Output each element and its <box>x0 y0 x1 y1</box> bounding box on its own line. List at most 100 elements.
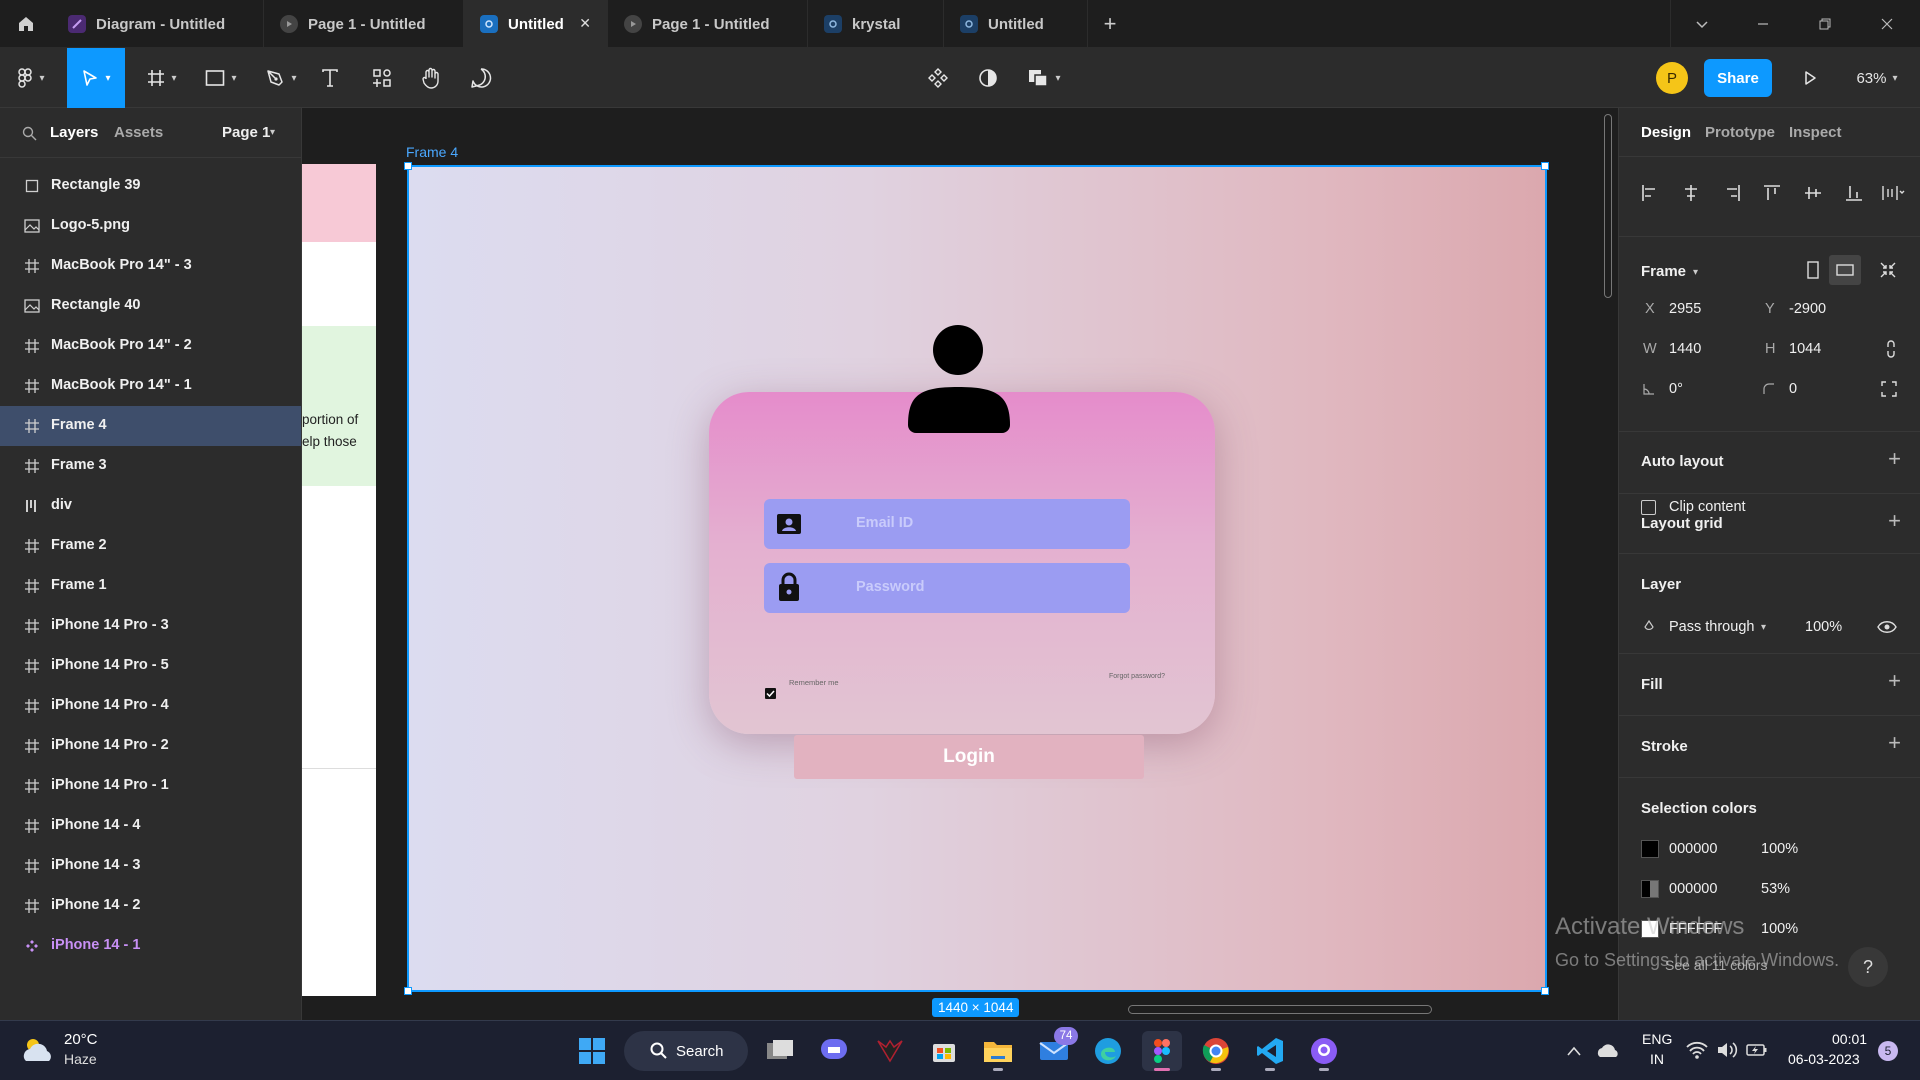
resize-to-fit-icon[interactable] <box>1879 261 1897 279</box>
layer-item[interactable]: iPhone 14 Pro - 4 <box>0 686 301 726</box>
main-menu-button[interactable]: ▾ <box>8 48 54 108</box>
height-input[interactable]: 1044 <box>1789 341 1821 357</box>
color-swatch[interactable] <box>1641 840 1659 858</box>
width-input[interactable]: 1440 <box>1669 341 1701 357</box>
start-button[interactable] <box>572 1031 612 1071</box>
tab-diagram[interactable]: Diagram - Untitled <box>52 0 264 48</box>
comment-tool-button[interactable] <box>462 48 500 108</box>
taskbar-search[interactable]: Search <box>624 1031 748 1071</box>
layer-item[interactable]: div <box>0 486 301 526</box>
layer-item[interactable]: Rectangle 39 <box>0 166 301 206</box>
restore-icon[interactable] <box>1794 0 1856 48</box>
align-horizontal-center-icon[interactable] <box>1682 184 1700 202</box>
layer-item[interactable]: Rectangle 40 <box>0 286 301 326</box>
y-input[interactable]: -2900 <box>1789 301 1826 317</box>
layer-item[interactable]: iPhone 14 - 3 <box>0 846 301 886</box>
minimize-icon[interactable] <box>1732 0 1794 48</box>
rotation-input[interactable]: 0° <box>1669 381 1683 397</box>
zoom-dropdown[interactable]: 63% ▾ <box>1842 48 1912 108</box>
frame-4[interactable]: Email ID Password Remember me Forgot pas… <box>407 165 1547 992</box>
language-code[interactable]: ENG <box>1642 1031 1672 1047</box>
tab-prototype[interactable]: Prototype <box>1705 124 1775 141</box>
color-opacity[interactable]: 53% <box>1761 881 1790 897</box>
add-stroke-icon[interactable]: + <box>1888 730 1901 756</box>
help-button[interactable]: ? <box>1848 947 1888 987</box>
independent-corners-icon[interactable] <box>1881 381 1897 397</box>
pen-tool-button[interactable]: ▾ <box>256 48 306 108</box>
tab-inspect[interactable]: Inspect <box>1789 124 1842 141</box>
present-button[interactable] <box>1790 48 1830 108</box>
layer-item[interactable]: Frame 1 <box>0 566 301 606</box>
password-field[interactable]: Password <box>764 563 1130 613</box>
forgot-password-link[interactable]: Forgot password? <box>1109 673 1165 680</box>
add-fill-icon[interactable]: + <box>1888 668 1901 694</box>
layer-item[interactable]: Logo-5.png <box>0 206 301 246</box>
close-tab-icon[interactable]: ✕ <box>579 15 591 32</box>
tab-page1-a[interactable]: Page 1 - Untitled <box>264 0 464 48</box>
add-layout-grid-icon[interactable]: + <box>1888 508 1901 534</box>
align-left-icon[interactable] <box>1641 184 1659 202</box>
chrome-button[interactable] <box>1196 1031 1236 1071</box>
layer-item[interactable]: iPhone 14 - 1 <box>0 926 301 966</box>
clock-date[interactable]: 06-03-2023 <box>1788 1051 1860 1067</box>
onedrive-cloud-icon[interactable] <box>1596 1041 1620 1059</box>
horizontal-scrollbar[interactable] <box>1128 1005 1432 1014</box>
add-auto-layout-icon[interactable]: + <box>1888 446 1901 472</box>
align-top-icon[interactable] <box>1763 184 1781 202</box>
resources-button[interactable] <box>364 48 400 108</box>
tab-design[interactable]: Design <box>1641 124 1691 141</box>
frame-tool-button[interactable]: ▾ <box>138 48 186 108</box>
battery-charging-icon[interactable] <box>1746 1041 1768 1059</box>
volume-icon[interactable] <box>1716 1041 1738 1059</box>
portrait-icon[interactable] <box>1807 261 1819 279</box>
page-selector[interactable]: Page 1 <box>222 124 270 141</box>
shape-tool-button[interactable]: ▾ <box>196 48 246 108</box>
figma-app-button[interactable] <box>1142 1031 1182 1071</box>
teams-chat-button[interactable] <box>814 1031 854 1071</box>
eye-icon[interactable] <box>1877 620 1897 634</box>
tab-assets[interactable]: Assets <box>114 124 163 141</box>
layer-item[interactable]: iPhone 14 - 4 <box>0 806 301 846</box>
text-tool-button[interactable] <box>314 48 346 108</box>
resize-handle-tr[interactable] <box>1541 162 1549 170</box>
avatar[interactable]: P <box>1656 62 1688 94</box>
distribute-icon[interactable] <box>1881 184 1905 202</box>
color-hex[interactable]: 000000 <box>1669 841 1717 857</box>
tab-untitled-active[interactable]: Untitled ✕ <box>464 0 608 48</box>
language-region[interactable]: IN <box>1650 1051 1664 1067</box>
vertical-scrollbar[interactable] <box>1604 114 1612 298</box>
layer-item[interactable]: iPhone 14 Pro - 2 <box>0 726 301 766</box>
home-button[interactable] <box>0 0 52 48</box>
canvas[interactable]: portion of elp those Frame 4 Email ID Pa… <box>302 108 1618 1020</box>
x-input[interactable]: 2955 <box>1669 301 1701 317</box>
color-opacity[interactable]: 100% <box>1761 921 1798 937</box>
file-explorer-button[interactable] <box>978 1031 1018 1071</box>
layer-item[interactable]: MacBook Pro 14" - 3 <box>0 246 301 286</box>
email-field[interactable]: Email ID <box>764 499 1130 549</box>
new-tab-plus-icon[interactable]: + <box>1098 11 1122 36</box>
align-bottom-icon[interactable] <box>1845 184 1863 202</box>
notification-count-badge[interactable]: 5 <box>1878 1041 1898 1061</box>
layer-item[interactable]: Frame 2 <box>0 526 301 566</box>
resize-handle-br[interactable] <box>1541 987 1549 995</box>
create-component-button[interactable] <box>918 48 958 108</box>
mail-button[interactable]: 74 <box>1034 1027 1078 1071</box>
clock-time[interactable]: 00:01 <box>1832 1031 1867 1047</box>
search-icon[interactable] <box>22 126 37 141</box>
remember-checkbox[interactable] <box>765 688 776 699</box>
tabs-dropdown-chevron-icon[interactable] <box>1670 0 1732 48</box>
align-vertical-center-icon[interactable] <box>1804 184 1822 202</box>
corner-radius-input[interactable]: 0 <box>1789 381 1797 397</box>
layer-item[interactable]: iPhone 14 - 2 <box>0 886 301 926</box>
resize-handle-tl[interactable] <box>404 162 412 170</box>
hand-tool-button[interactable] <box>412 48 450 108</box>
mask-button[interactable] <box>968 48 1008 108</box>
tray-overflow-chevron-icon[interactable] <box>1566 1045 1582 1057</box>
layer-item[interactable]: iPhone 14 Pro - 3 <box>0 606 301 646</box>
vscode-button[interactable] <box>1250 1031 1290 1071</box>
layer-item[interactable]: Frame 3 <box>0 446 301 486</box>
frame-label[interactable]: Frame 4 <box>406 144 458 160</box>
microsoft-store-button[interactable] <box>924 1031 964 1071</box>
tab-untitled-2[interactable]: Untitled <box>944 0 1088 48</box>
constrain-proportions-icon[interactable] <box>1885 339 1897 359</box>
